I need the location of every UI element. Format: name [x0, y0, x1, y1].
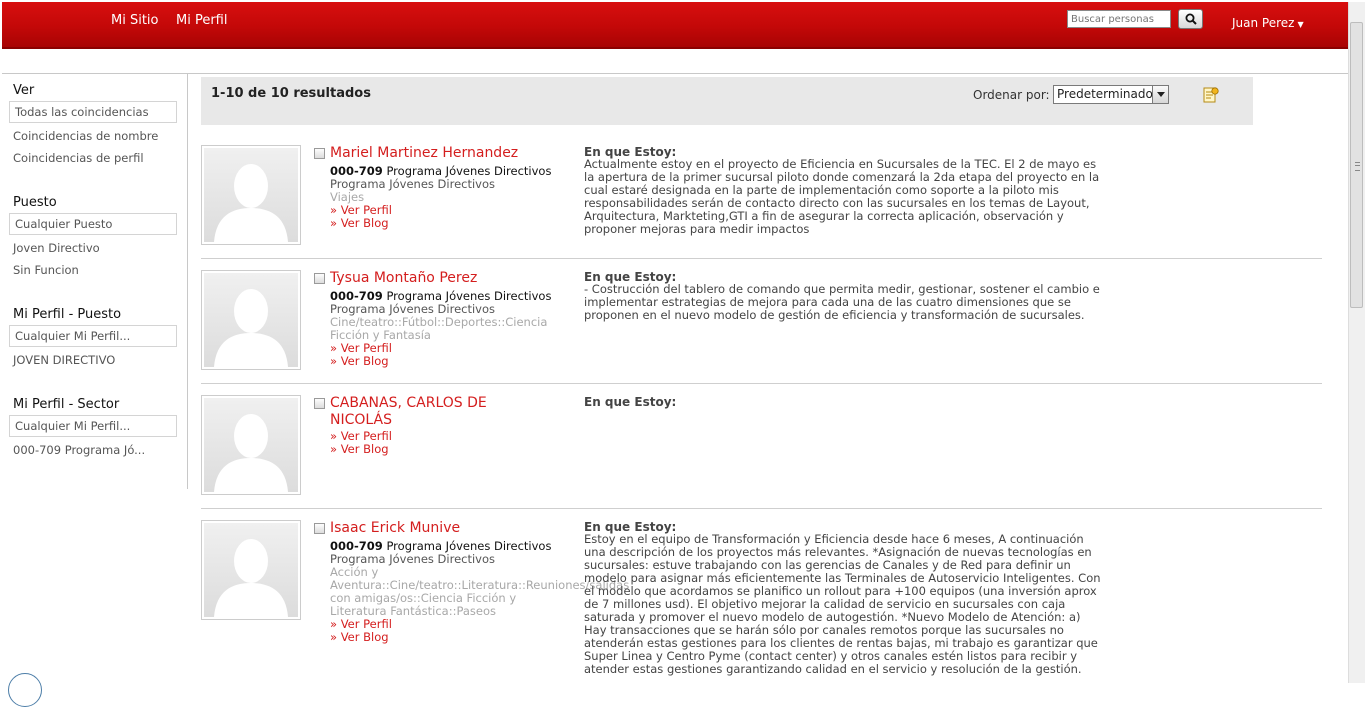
search-icon [1185, 13, 1197, 25]
dept-code: 000-709 [330, 164, 383, 178]
person-silhouette-icon [214, 164, 288, 242]
result-checkbox[interactable] [314, 273, 325, 284]
result-item: Isaac Erick Munive 000-709 Programa Jóve… [201, 520, 1322, 680]
search-input[interactable] [1067, 10, 1171, 28]
result-item: CABANAS, CARLOS DE NICOLÁS » Ver Perfil … [201, 395, 1322, 505]
avatar[interactable] [201, 395, 301, 495]
search-button[interactable] [1178, 9, 1203, 29]
person-program: Programa Jóvenes Directivos [330, 302, 496, 316]
result-item: Mariel Martinez Hernandez 000-709 Progra… [201, 145, 1322, 255]
vertical-scrollbar[interactable] [1348, 2, 1365, 683]
scrollbar-grip-icon [1355, 162, 1360, 171]
nav-my-profile[interactable]: Mi Perfil [176, 13, 227, 28]
person-program: Programa Jóvenes Directivos [330, 177, 496, 191]
person-department: 000-709 Programa Jóvenes Directivos [330, 289, 551, 303]
dept-code: 000-709 [330, 539, 383, 553]
chevron-down-icon: ▼ [1297, 20, 1304, 29]
sort-select[interactable]: Predeterminado [1053, 85, 1169, 104]
result-item: Tysua Montaño Perez 000-709 Programa Jóv… [201, 270, 1322, 380]
filter-title-perfil-puesto: Mi Perfil - Puesto [13, 307, 122, 322]
filter-title-ver: Ver [13, 83, 35, 98]
chevron-down-icon [1152, 86, 1168, 103]
dept-name: Programa Jóvenes Directivos [386, 164, 552, 178]
dept-name: Programa Jóvenes Directivos [386, 539, 552, 553]
dept-code: 000-709 [330, 289, 383, 303]
status-text: - Costrucción del tablero de comando que… [584, 282, 1100, 322]
status-text: Estoy en el equipo de Transformación y E… [584, 532, 1101, 676]
person-name-link[interactable]: Tysua Montaño Perez [330, 270, 530, 287]
ribbon-bar [2, 49, 1348, 74]
filter-selected-perfil-puesto[interactable]: Cualquier Mi Perfil... [9, 325, 177, 347]
view-blog-link[interactable]: » Ver Blog [330, 354, 389, 368]
results-header: 1-10 de 10 resultados Ordenar por: Prede… [201, 77, 1253, 125]
sort-label: Ordenar por: [973, 88, 1050, 102]
person-silhouette-icon [214, 414, 288, 492]
result-checkbox[interactable] [314, 523, 325, 534]
filter-option-sin-funcion[interactable]: Sin Funcion [13, 263, 79, 277]
person-name-link[interactable]: CABANAS, CARLOS DE NICOLÁS [330, 395, 510, 429]
view-profile-link[interactable]: » Ver Perfil [330, 341, 392, 355]
scrollbar-thumb[interactable] [1350, 22, 1363, 308]
person-interests: Cine/teatro::Fútbol::Deportes::Ciencia F… [330, 315, 548, 342]
person-name-link[interactable]: Isaac Erick Munive [330, 520, 530, 537]
view-profile-link[interactable]: » Ver Perfil [330, 203, 392, 217]
person-interests: Acción y Aventura::Cine/teatro::Literatu… [330, 565, 630, 618]
avatar[interactable] [201, 145, 301, 245]
top-navigation-bar: Mi Sitio Mi Perfil Juan Perez▼ [2, 2, 1348, 50]
filter-option-name-matches[interactable]: Coincidencias de nombre [13, 129, 158, 143]
filter-option-joven-directivo-caps[interactable]: JOVEN DIRECTIVO [13, 353, 115, 367]
result-divider [201, 383, 1322, 384]
filter-option-joven-directivo[interactable]: Joven Directivo [13, 241, 100, 255]
person-department: 000-709 Programa Jóvenes Directivos [330, 539, 551, 553]
view-profile-link[interactable]: » Ver Perfil [330, 429, 392, 443]
person-department: 000-709 Programa Jóvenes Directivos [330, 164, 551, 178]
dept-name: Programa Jóvenes Directivos [386, 289, 552, 303]
results-count: 1-10 de 10 resultados [211, 86, 371, 101]
result-divider [201, 508, 1322, 509]
person-name-link[interactable]: Mariel Martinez Hernandez [330, 145, 530, 162]
filter-selected-ver[interactable]: Todas las coincidencias [9, 101, 177, 123]
alert-me-icon[interactable] [1203, 86, 1219, 104]
view-profile-link[interactable]: » Ver Perfil [330, 617, 392, 631]
status-title: En que Estoy: [584, 395, 677, 409]
result-checkbox[interactable] [314, 398, 325, 409]
view-blog-link[interactable]: » Ver Blog [330, 442, 389, 456]
filter-option-profile-matches[interactable]: Coincidencias de perfil [13, 151, 144, 165]
nav-my-site[interactable]: Mi Sitio [111, 13, 159, 28]
filter-selected-puesto[interactable]: Cualquier Puesto [9, 213, 177, 235]
refinement-panel: Ver Todas las coincidencias Coincidencia… [2, 74, 188, 489]
filter-title-puesto: Puesto [13, 195, 57, 210]
person-silhouette-icon [214, 289, 288, 367]
filter-option-sector-000-709[interactable]: 000-709 Programa Jó... [13, 443, 145, 457]
result-divider [201, 258, 1322, 259]
person-program: Programa Jóvenes Directivos [330, 552, 496, 566]
user-menu[interactable]: Juan Perez ▼ [1232, 16, 1304, 30]
result-checkbox[interactable] [314, 148, 325, 159]
filter-title-perfil-sector: Mi Perfil - Sector [13, 397, 120, 412]
person-silhouette-icon [214, 539, 288, 617]
sort-selected-value: Predeterminado [1057, 87, 1153, 101]
browser-status-icon [8, 673, 42, 707]
view-blog-link[interactable]: » Ver Blog [330, 630, 389, 644]
avatar[interactable] [201, 270, 301, 370]
filter-selected-perfil-sector[interactable]: Cualquier Mi Perfil... [9, 415, 177, 437]
status-text: Actualmente estoy en el proyecto de Efic… [584, 157, 1100, 236]
avatar[interactable] [201, 520, 301, 620]
view-blog-link[interactable]: » Ver Blog [330, 216, 389, 230]
user-name: Juan Perez [1232, 16, 1295, 30]
